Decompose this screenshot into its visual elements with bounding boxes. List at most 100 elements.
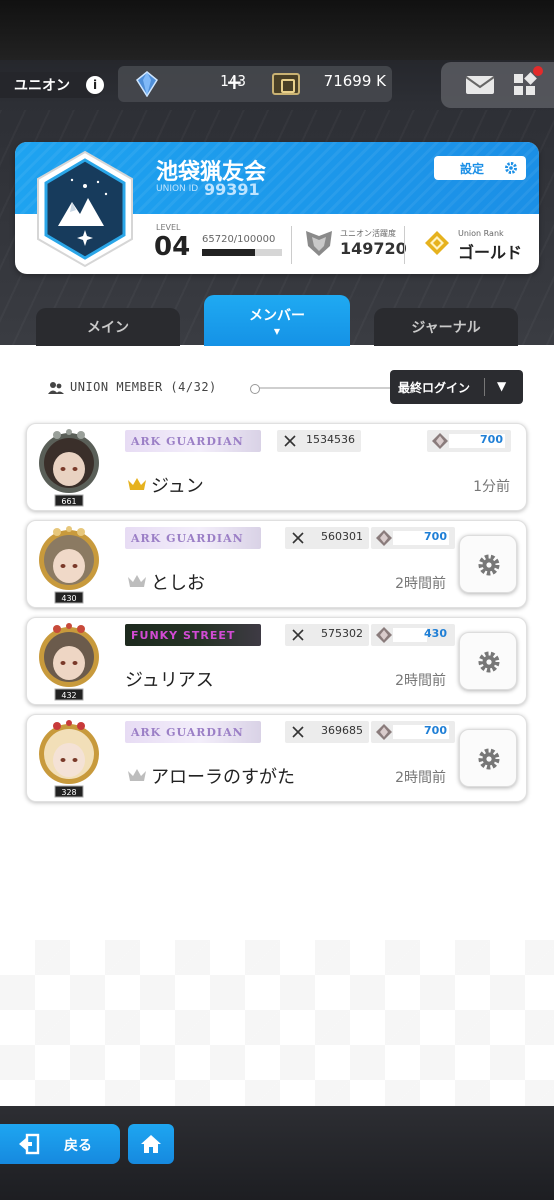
status-bar [0,0,554,60]
tab-journal-label: ジャーナル [411,320,481,336]
member-row[interactable]: 430 ARK GUARDIAN 560301 700 としお 2時間前 [26,520,527,608]
contribution-gems: 700 [371,527,455,549]
diamond-icon [376,724,392,740]
sort-dropdown-label: 最終ログイン [398,380,471,395]
activity-label: ユニオン活躍度 [340,229,396,238]
member-name: ジュン [151,476,204,497]
member-name: アローラのすがた [151,767,295,788]
union-settings-button[interactable]: 設定 [434,156,526,180]
home-button[interactable] [128,1124,174,1164]
dropdown-separator [484,378,485,396]
member-count-title: UNION MEMBER (4/32) [70,380,217,394]
crossed-swords-icon [292,532,304,544]
union-id-label: UNION ID [156,184,199,194]
member-name: ジュリアス [125,670,214,691]
combat-power: 560301 [285,527,369,549]
rank-value: ゴールド [458,243,523,262]
background-pattern [0,940,554,1106]
combat-power-value: 560301 [321,530,363,543]
crown-icon [128,478,146,490]
member-banner: ARK GUARDIAN [125,430,261,452]
crossed-swords-icon [292,629,304,641]
users-icon [48,382,64,394]
union-settings-label: 設定 [460,161,485,176]
member-level: 328 [61,788,76,797]
gem-fill-bar [393,628,427,642]
gem-value: 700 [480,433,503,446]
member-level: 430 [61,594,76,603]
member-banner: ARK GUARDIAN [125,721,261,743]
member-avatar: 430 [39,526,99,604]
member-row[interactable]: 661 ARK GUARDIAN 1534536 700 ジュン 1分前 [26,423,527,511]
union-emblem-icon [37,150,133,268]
exit-icon [19,1133,40,1155]
diamond-icon [432,433,448,449]
last-login-time: 1分前 [473,479,510,495]
member-settings-button[interactable] [459,729,517,787]
diamond-icon [376,530,392,546]
union-title-text: ユニオン [14,78,70,94]
sort-dropdown[interactable]: 最終ログイン ▼ [390,370,523,404]
diamond-icon [376,627,392,643]
crown-icon [128,575,146,587]
rank-label: Union Rank [458,229,504,238]
back-button-label: 戻る [64,1138,92,1154]
crossed-swords-icon [292,726,304,738]
active-tab-indicator: ▼ [273,327,281,336]
member-settings-button[interactable] [459,632,517,690]
divider [291,226,292,264]
header-divider [250,384,390,394]
contribution-gems: 430 [371,624,455,646]
level-label: LEVEL [156,223,181,232]
gear-icon [478,651,500,673]
crown-icon [128,769,146,781]
tab-members[interactable]: メンバー ▼ [204,295,350,346]
exp-progress-fill [202,249,255,256]
gem-value: 430 [424,627,447,640]
tab-main[interactable]: メイン [36,308,180,346]
member-level: 661 [61,497,76,506]
gear-icon [478,554,500,576]
gem-value: 700 [424,530,447,543]
union-id-value: 99391 [204,180,260,199]
combat-power-value: 369685 [321,724,363,737]
tab-main-label: メイン [87,320,129,336]
gold-rank-icon [425,231,449,255]
mail-icon[interactable] [462,70,498,100]
crossed-swords-icon [284,435,296,447]
divider [404,226,405,264]
combat-power: 1534536 [277,430,361,452]
last-login-time: 2時間前 [395,576,446,592]
combat-power-value: 1534536 [306,433,355,446]
member-settings-button[interactable] [459,535,517,593]
member-level: 432 [61,691,76,700]
exp-text: 65720/100000 [202,234,276,245]
info-icon[interactable]: i [86,76,104,94]
member-avatar: 432 [39,623,99,701]
combat-power: 369685 [285,721,369,743]
level-value: 04 [154,232,191,262]
member-name: としお [151,573,205,594]
member-banner: ARK GUARDIAN [125,527,261,549]
add-gems-button[interactable]: + [226,70,243,94]
last-login-time: 2時間前 [395,673,446,689]
member-row[interactable]: 432 FUNKY STREET 575302 430 ジュリアス 2時間前 [26,617,527,705]
tab-members-label: メンバー [249,308,305,324]
credit-icon [272,73,300,95]
last-login-time: 2時間前 [395,770,446,786]
member-row[interactable]: 328 ARK GUARDIAN 369685 700 アローラのすがた 2時間… [26,714,527,802]
back-button[interactable]: 戻る [0,1124,120,1164]
home-icon [141,1135,161,1153]
combat-power: 575302 [285,624,369,646]
contribution-gems: 700 [427,430,511,452]
contribution-gems: 700 [371,721,455,743]
chevron-down-icon: ▼ [497,379,507,393]
member-banner: FUNKY STREET [125,624,261,646]
member-avatar: 328 [39,720,99,798]
tab-journal[interactable]: ジャーナル [374,308,518,346]
gear-icon [478,748,500,770]
gem-value: 700 [424,724,447,737]
gem-icon [136,71,158,97]
activity-value: 149720 [340,239,407,258]
exp-progress-bar [202,249,282,256]
